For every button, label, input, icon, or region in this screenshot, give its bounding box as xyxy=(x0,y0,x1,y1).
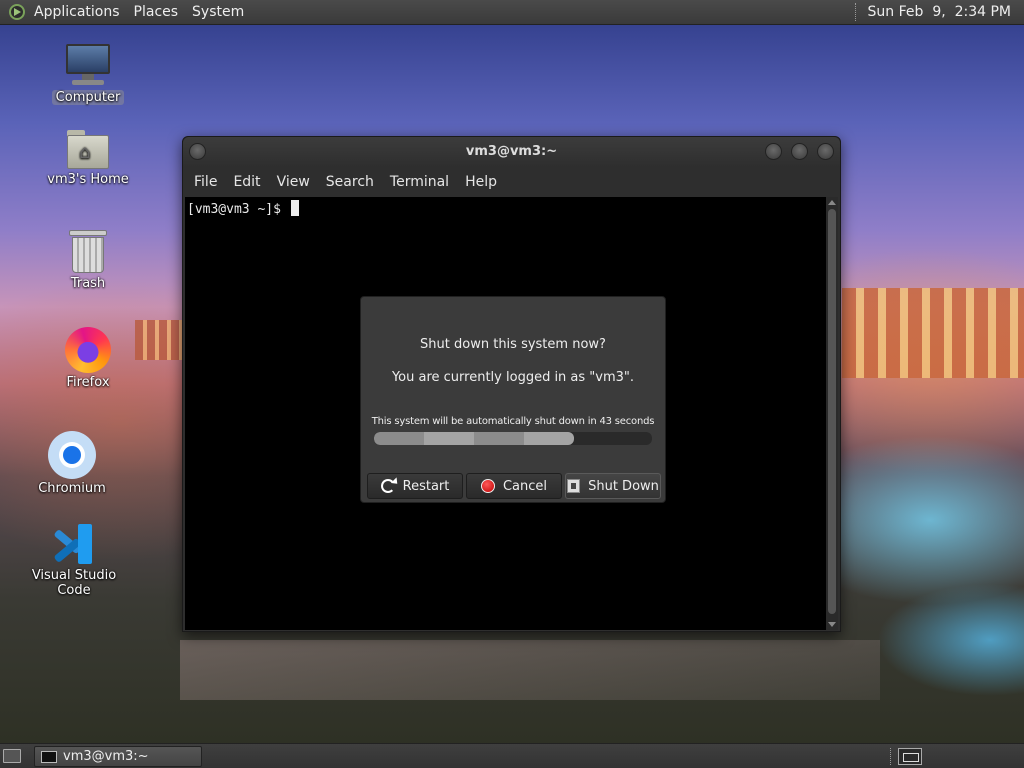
window-title: vm3@vm3:~ xyxy=(465,144,558,159)
dialog-question: Shut down this system now? xyxy=(420,337,606,352)
menu-system[interactable]: System xyxy=(185,0,251,25)
restart-button[interactable]: Restart xyxy=(367,473,463,499)
terminal-titlebar[interactable]: vm3@vm3:~ xyxy=(183,137,840,167)
desktop-icon-label: Computer xyxy=(51,90,125,105)
desktop-icon-label: Firefox xyxy=(66,375,110,390)
desktop-icon-label: Chromium xyxy=(38,481,106,496)
home-folder-icon: ⌂ xyxy=(65,130,111,170)
dialog-countdown-text: This system will be automatically shut d… xyxy=(371,416,655,427)
taskbar-item-terminal[interactable]: vm3@vm3:~ xyxy=(34,746,202,767)
dialog-button-row: Restart Cancel Shut Down xyxy=(367,473,661,499)
maximize-button[interactable] xyxy=(791,143,808,160)
terminal-icon xyxy=(41,750,57,763)
cancel-icon xyxy=(480,479,495,493)
app-menu-logo-icon[interactable] xyxy=(9,4,25,20)
top-panel: Applications Places System Sun Feb 9, 2:… xyxy=(0,0,1024,25)
dialog-login-info: You are currently logged in as "vm3". xyxy=(391,370,635,385)
firefox-icon xyxy=(65,327,111,373)
chromium-icon xyxy=(48,431,96,479)
clock[interactable]: Sun Feb 9, 2:34 PM xyxy=(868,4,1011,20)
restart-label: Restart xyxy=(402,478,450,494)
show-desktop-icon[interactable] xyxy=(3,749,21,763)
countdown-progress-bar xyxy=(374,432,652,445)
desktop-icon-label: Visual Studio Code xyxy=(31,568,117,598)
vscode-icon xyxy=(52,522,96,566)
menu-view[interactable]: View xyxy=(269,174,318,190)
terminal-menubar: File Edit View Search Terminal Help xyxy=(183,167,840,197)
panel-separator xyxy=(854,3,858,21)
bottom-panel: vm3@vm3:~ xyxy=(0,743,1024,768)
restart-icon xyxy=(380,479,395,493)
menu-edit[interactable]: Edit xyxy=(225,174,268,190)
menu-search[interactable]: Search xyxy=(318,174,382,190)
workspace-switcher-icon[interactable] xyxy=(898,748,922,765)
background-hotel xyxy=(842,288,1024,378)
cancel-label: Cancel xyxy=(502,478,548,494)
scroll-up-arrow-icon[interactable] xyxy=(828,200,836,205)
close-button[interactable] xyxy=(817,143,834,160)
taskbar-item-label: vm3@vm3:~ xyxy=(63,749,149,764)
desktop-icon-home[interactable]: ⌂ vm3's Home xyxy=(28,130,148,187)
desktop-icon-chromium[interactable]: Chromium xyxy=(12,431,132,496)
desktop-icon-firefox[interactable]: Firefox xyxy=(28,327,148,390)
menu-help[interactable]: Help xyxy=(457,174,505,190)
terminal-prompt-line: [vm3@vm3 ~]$ xyxy=(185,197,826,220)
trash-icon xyxy=(69,230,107,274)
terminal-prompt: [vm3@vm3 ~]$ xyxy=(187,202,289,217)
shutdown-icon xyxy=(567,479,581,493)
shutdown-dialog: Shut down this system now? You are curre… xyxy=(360,296,666,503)
panel-separator xyxy=(890,748,891,765)
cancel-button[interactable]: Cancel xyxy=(466,473,562,499)
menu-file[interactable]: File xyxy=(186,174,225,190)
window-menu-button[interactable] xyxy=(189,143,206,160)
scroll-down-arrow-icon[interactable] xyxy=(828,622,836,627)
countdown-progress-fill xyxy=(374,432,575,445)
shutdown-label: Shut Down xyxy=(588,478,659,494)
terminal-scrollbar[interactable] xyxy=(826,197,838,630)
minimize-button[interactable] xyxy=(765,143,782,160)
menu-places[interactable]: Places xyxy=(127,0,186,25)
shutdown-button[interactable]: Shut Down xyxy=(565,473,661,499)
background-path xyxy=(180,640,880,700)
menu-terminal[interactable]: Terminal xyxy=(382,174,457,190)
desktop-icon-trash[interactable]: Trash xyxy=(28,230,148,291)
scrollbar-thumb[interactable] xyxy=(828,209,836,614)
computer-icon xyxy=(64,44,112,88)
menu-applications[interactable]: Applications xyxy=(27,0,127,25)
desktop-icon-label: Trash xyxy=(70,276,106,291)
desktop-icon-vscode[interactable]: Visual Studio Code xyxy=(14,522,134,598)
desktop-icon-label: vm3's Home xyxy=(47,172,129,187)
desktop-icon-computer[interactable]: Computer xyxy=(28,44,148,105)
text-cursor xyxy=(290,200,299,216)
